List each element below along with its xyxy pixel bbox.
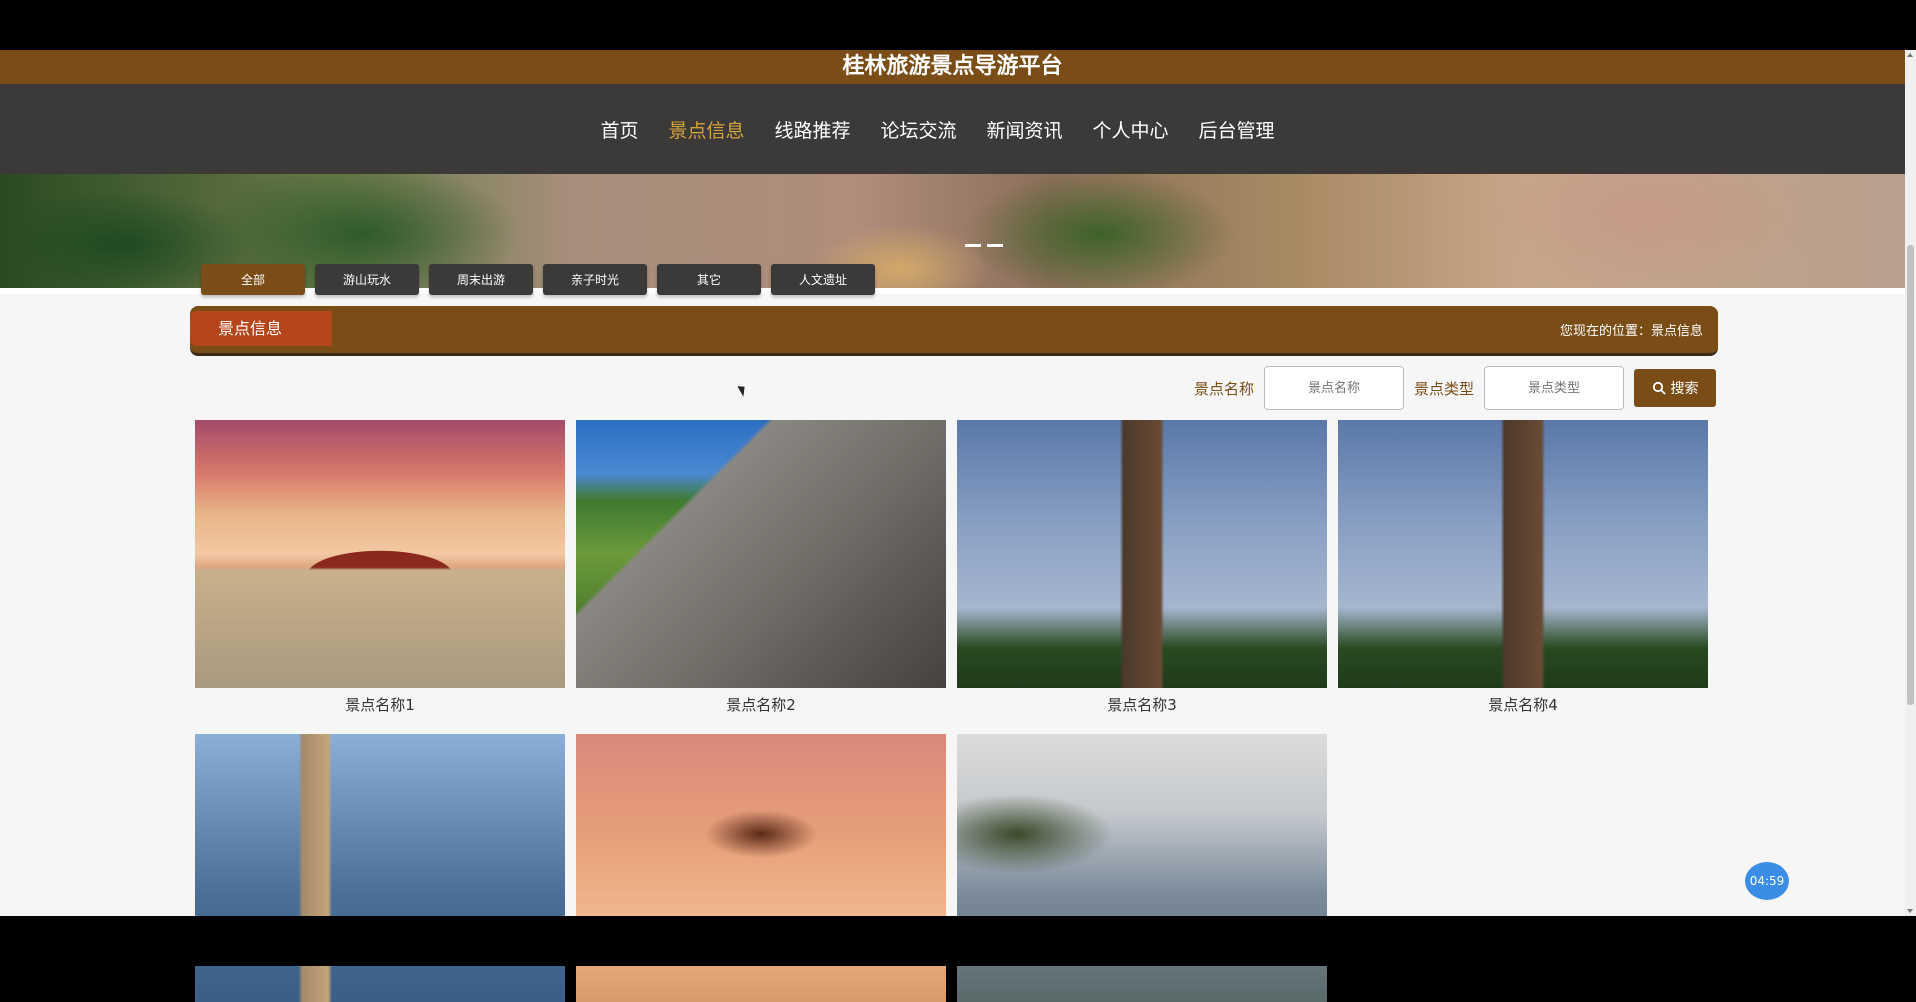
breadcrumb: 您现在的位置：景点信息: [1559, 324, 1703, 339]
scroll-down-icon[interactable]: [1907, 909, 1913, 913]
nav-attractions[interactable]: 景点信息: [668, 116, 744, 143]
tab-family[interactable]: 亲子时光: [543, 264, 647, 295]
attraction-card[interactable]: 景点名称1: [195, 420, 565, 722]
nav-routes[interactable]: 线路推荐: [774, 116, 850, 143]
attraction-name[interactable]: 景点名称1: [195, 688, 565, 722]
search-bar: 景点名称 景点类型 搜索: [1194, 366, 1716, 410]
tab-other[interactable]: 其它: [657, 264, 761, 295]
page-scrollbar[interactable]: [1905, 50, 1916, 916]
scrollbar-thumb[interactable]: [1907, 245, 1914, 705]
section-title: 景点信息: [190, 311, 332, 346]
search-button[interactable]: 搜索: [1634, 369, 1716, 407]
tab-scenery[interactable]: 游山玩水: [315, 264, 419, 295]
attraction-card[interactable]: 景点名称3: [957, 420, 1327, 722]
tab-weekend[interactable]: 周末出游: [429, 264, 533, 295]
nav-home[interactable]: 首页: [600, 116, 638, 143]
attraction-name[interactable]: 景点名称2: [576, 688, 946, 722]
tab-heritage[interactable]: 人文遗址: [771, 264, 875, 295]
tab-all[interactable]: 全部: [201, 264, 305, 295]
attraction-image[interactable]: [957, 420, 1327, 688]
carousel-dot[interactable]: [965, 244, 981, 247]
category-tabs: 全部 游山玩水 周末出游 亲子时光 其它 人文遗址: [201, 264, 875, 295]
nav-profile[interactable]: 个人中心: [1093, 116, 1169, 143]
name-label: 景点名称: [1193, 379, 1254, 398]
attraction-name[interactable]: 景点名称4: [1338, 688, 1708, 722]
attraction-image[interactable]: [576, 420, 946, 688]
type-label: 景点类型: [1413, 379, 1474, 398]
scroll-up-icon[interactable]: [1907, 53, 1913, 57]
nav-forum[interactable]: 论坛交流: [880, 116, 956, 143]
letterbox-bottom: [0, 916, 1916, 966]
section-header: 景点信息 您现在的位置：景点信息: [190, 306, 1718, 356]
attraction-image[interactable]: [1338, 420, 1708, 688]
attraction-card[interactable]: 景点名称4: [1338, 420, 1708, 722]
main-nav: 首页 景点信息 线路推荐 论坛交流 新闻资讯 个人中心 后台管理: [0, 84, 1905, 174]
nav-news[interactable]: 新闻资讯: [987, 116, 1063, 143]
nav-admin[interactable]: 后台管理: [1199, 116, 1275, 143]
attraction-image[interactable]: [195, 420, 565, 688]
name-search-input[interactable]: [1263, 366, 1404, 410]
attraction-card[interactable]: 景点名称2: [576, 420, 946, 722]
carousel-indicators: [965, 244, 1003, 247]
attraction-grid: 景点名称1 景点名称2 景点名称3 景点名称4: [195, 420, 1708, 1002]
site-title: 桂林旅游景点导游平台: [0, 50, 1905, 84]
search-icon: [1652, 381, 1666, 395]
type-search-input[interactable]: [1484, 366, 1624, 410]
attraction-name[interactable]: 景点名称3: [957, 688, 1327, 722]
search-button-label: 搜索: [1670, 381, 1699, 397]
carousel-dot[interactable]: [987, 244, 1003, 247]
timer-badge[interactable]: 04:59: [1745, 862, 1789, 900]
